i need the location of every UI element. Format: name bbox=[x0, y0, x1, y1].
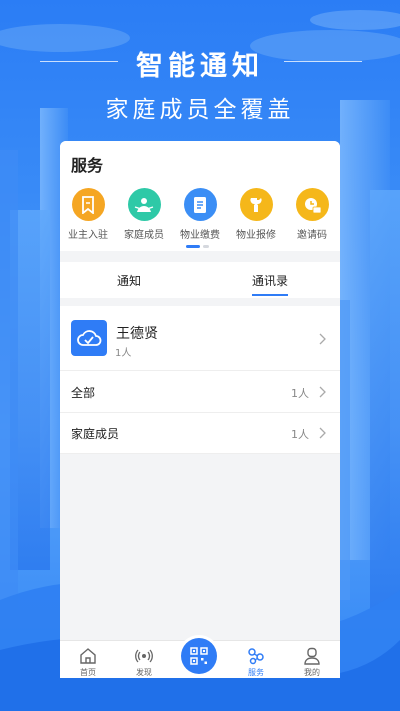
broadcast-icon bbox=[135, 649, 153, 663]
tabbar-home[interactable]: 首页 bbox=[60, 641, 116, 679]
group-row-family[interactable]: 家庭成员 1人 bbox=[60, 413, 340, 454]
promo-subheadline: 家庭成员全覆盖 bbox=[105, 97, 295, 123]
carousel-indicator bbox=[186, 245, 209, 248]
promo-headline: 智能通知 bbox=[136, 51, 264, 82]
service-property-repair[interactable]: 物业报修 bbox=[228, 188, 284, 241]
group-label: 家庭成员 bbox=[71, 427, 120, 441]
content-tabs: 通知 通讯录 bbox=[60, 262, 340, 298]
service-icon bbox=[248, 648, 264, 665]
group-row-all[interactable]: 全部 1人 bbox=[60, 372, 340, 413]
tab-contacts[interactable]: 通讯录 bbox=[252, 272, 288, 289]
app-screen: 服务 业主入驻 家庭成员 物业缴费 物业报修 邀请码 通知 通讯录 王德贤 1人… bbox=[60, 141, 340, 678]
chevron-right-icon bbox=[319, 386, 326, 398]
tabbar-profile[interactable]: 我的 bbox=[284, 641, 340, 679]
qr-scan-button[interactable] bbox=[181, 638, 217, 674]
chevron-right-icon bbox=[319, 427, 326, 439]
service-label: 物业缴费 bbox=[180, 230, 220, 241]
service-label: 邀请码 bbox=[297, 230, 327, 241]
service-owner-checkin[interactable]: 业主入驻 bbox=[60, 188, 116, 241]
tabbar-label: 发现 bbox=[136, 668, 152, 677]
contact-item[interactable]: 王德贤 1人 bbox=[60, 306, 340, 371]
tabbar-label: 首页 bbox=[80, 668, 96, 677]
service-invite-code[interactable]: 邀请码 bbox=[284, 188, 340, 241]
service-label: 物业报修 bbox=[236, 230, 276, 241]
avatar bbox=[71, 320, 107, 356]
group-count: 1人 bbox=[291, 387, 309, 400]
chevron-right-icon bbox=[319, 333, 326, 345]
service-label: 业主入驻 bbox=[68, 230, 108, 241]
cloud-check-icon bbox=[77, 330, 102, 346]
contacts-list: 王德贤 1人 全部 1人 家庭成员 1人 bbox=[60, 306, 340, 454]
indicator-active bbox=[186, 245, 200, 248]
contact-member-count: 1人 bbox=[115, 348, 132, 359]
service-property-fee[interactable]: 物业缴费 bbox=[172, 188, 228, 241]
tab-notice[interactable]: 通知 bbox=[117, 272, 141, 289]
tabbar-services[interactable]: 服务 bbox=[228, 641, 284, 679]
invite-code-icon bbox=[295, 188, 329, 221]
indicator-inactive bbox=[203, 245, 209, 248]
services-grid: 业主入驻 家庭成员 物业缴费 物业报修 邀请码 bbox=[60, 188, 340, 241]
tabbar-discover[interactable]: 发现 bbox=[116, 641, 172, 679]
group-count: 1人 bbox=[291, 428, 309, 441]
tabbar-label: 我的 bbox=[304, 668, 320, 677]
tabbar-label: 服务 bbox=[248, 668, 264, 677]
group-label: 全部 bbox=[71, 386, 96, 400]
qr-scan-icon bbox=[190, 647, 208, 665]
family-icon bbox=[127, 188, 161, 221]
profile-icon bbox=[304, 647, 320, 665]
wrench-icon bbox=[239, 188, 273, 221]
contact-name: 王德贤 bbox=[116, 326, 158, 342]
services-title: 服务 bbox=[71, 156, 104, 175]
service-family-members[interactable]: 家庭成员 bbox=[116, 188, 172, 241]
bill-icon bbox=[183, 188, 217, 221]
active-tab-indicator bbox=[252, 294, 288, 296]
service-label: 家庭成员 bbox=[124, 230, 164, 241]
services-card: 服务 业主入驻 家庭成员 物业缴费 物业报修 邀请码 bbox=[60, 141, 340, 251]
bookmark-icon bbox=[71, 188, 105, 221]
home-icon bbox=[80, 648, 96, 664]
